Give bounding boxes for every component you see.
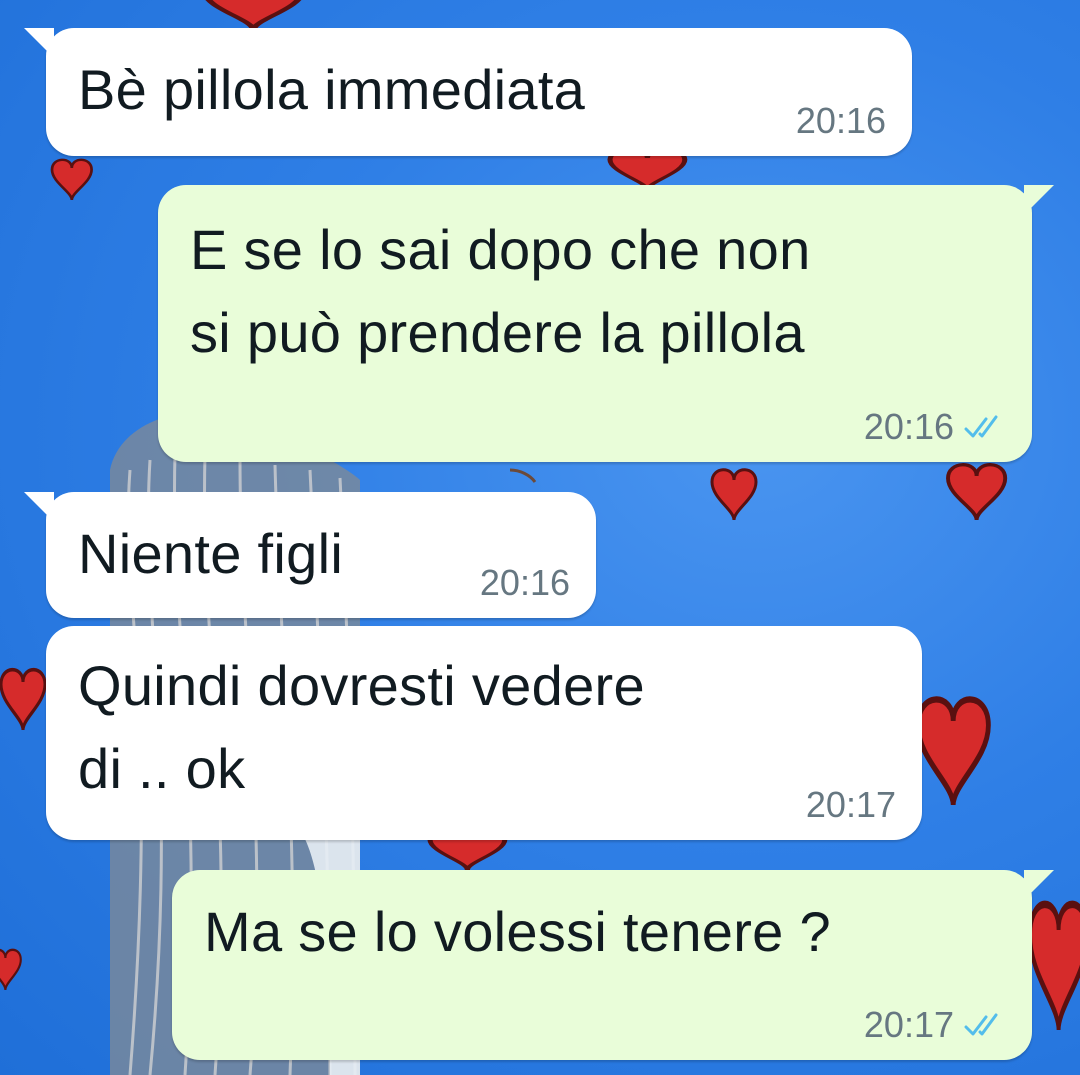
timestamp: 20:16 [479, 562, 570, 603]
timestamp: 20:17 [863, 1004, 954, 1045]
message-text: E se lo sai dopo che non si può prendere… [190, 218, 811, 364]
double-check-icon [964, 415, 998, 438]
message-bubble-outgoing[interactable]: Ma se lo volessi tenere ? 20:17 [172, 870, 1054, 1060]
timestamp: 20:16 [863, 406, 954, 447]
message-bubble-outgoing[interactable]: E se lo sai dopo che non si può prendere… [158, 185, 1054, 462]
message-time: 20:16 [480, 562, 570, 604]
message-meta: 20:16 [864, 406, 1004, 448]
timestamp: 20:16 [795, 100, 886, 141]
message-text: Ma se lo volessi tenere ? [204, 900, 831, 963]
bubble-tail [1024, 185, 1054, 215]
message-text: Bè pillola immediata [78, 58, 586, 121]
bubble-tail [24, 492, 54, 522]
message-time: 20:17 [806, 784, 896, 826]
message-meta: 20:17 [864, 1004, 1004, 1046]
message-text: Quindi dovresti vedere di .. ok [78, 654, 645, 800]
message-time: 20:16 [796, 100, 886, 142]
message-bubble-incoming[interactable]: Quindi dovresti vedere di .. ok 20:17 [46, 626, 922, 840]
message-bubble-incoming[interactable]: Niente figli 20:16 [24, 492, 596, 618]
bubble-tail [1024, 870, 1054, 900]
timestamp: 20:17 [805, 784, 896, 825]
message-text: Niente figli [78, 522, 344, 585]
bubble-tail [24, 28, 54, 58]
double-check-icon [964, 1013, 998, 1036]
message-bubble-incoming[interactable]: Bè pillola immediata 20:16 [24, 28, 912, 156]
